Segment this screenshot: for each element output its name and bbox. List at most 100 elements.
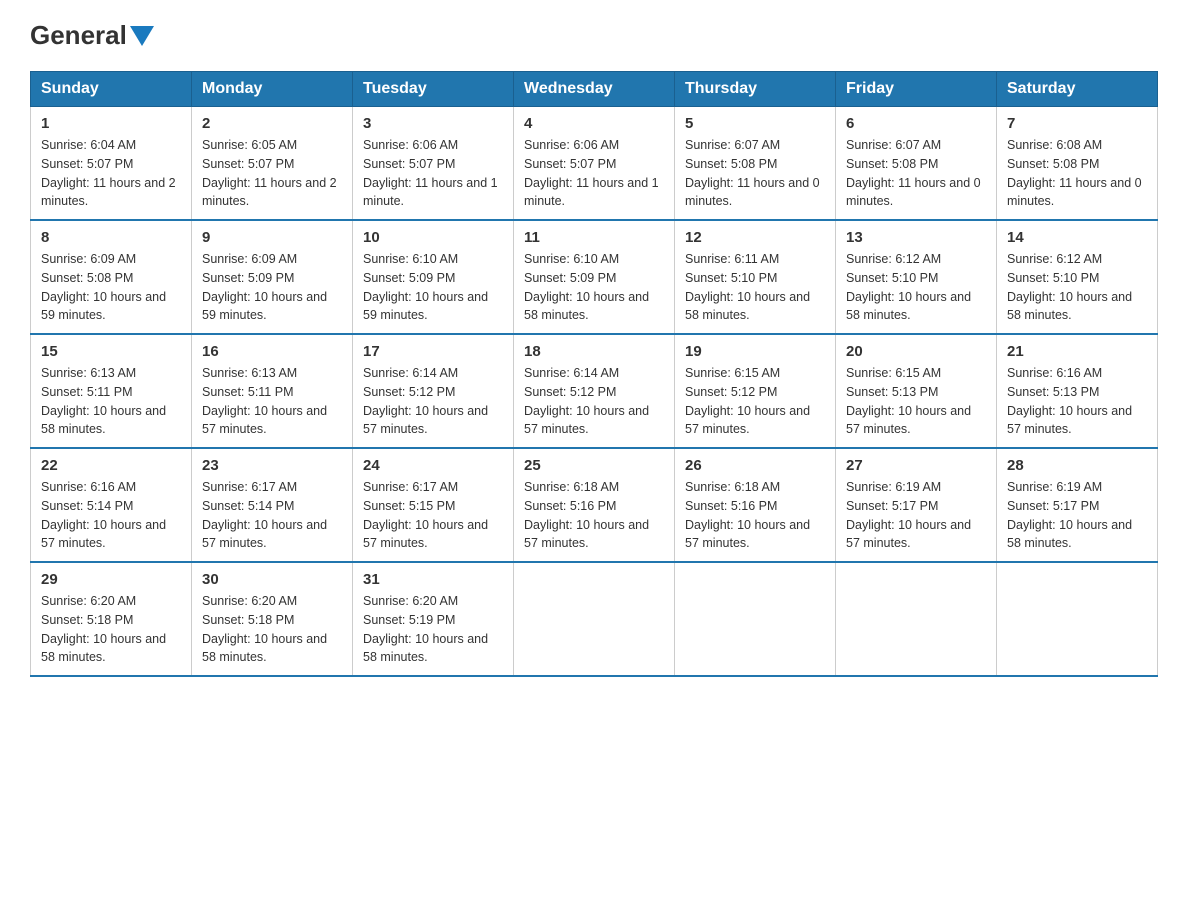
day-info: Sunrise: 6:07 AMSunset: 5:08 PMDaylight:…	[846, 136, 986, 211]
calendar-cell: 23Sunrise: 6:17 AMSunset: 5:14 PMDayligh…	[192, 448, 353, 562]
calendar-cell: 20 Sunrise: 6:15 AMSunset: 5:13 PMDayligh…	[836, 334, 997, 448]
day-info: Sunrise: 6:19 AMSunset: 5:17 PMDaylight:…	[1007, 478, 1147, 553]
day-number: 21	[1007, 343, 1147, 360]
day-info: Sunrise: 6:10 AMSunset: 5:09 PMDaylight:…	[524, 250, 664, 325]
calendar-cell: 13 Sunrise: 6:12 AMSunset: 5:10 PMDayligh…	[836, 220, 997, 334]
calendar-cell: 7Sunrise: 6:08 AMSunset: 5:08 PMDaylight…	[997, 107, 1158, 221]
calendar-cell	[514, 562, 675, 676]
day-number: 28	[1007, 457, 1147, 474]
day-number: 23	[202, 457, 342, 474]
calendar-cell: 15 Sunrise: 6:13 AMSunset: 5:11 PMDayligh…	[31, 334, 192, 448]
day-number: 3	[363, 115, 503, 132]
calendar-cell: 18 Sunrise: 6:14 AMSunset: 5:12 PMDayligh…	[514, 334, 675, 448]
day-info: Sunrise: 6:07 AMSunset: 5:08 PMDaylight:…	[685, 136, 825, 211]
day-number: 2	[202, 115, 342, 132]
day-number: 11	[524, 229, 664, 246]
day-number: 1	[41, 115, 181, 132]
day-number: 5	[685, 115, 825, 132]
day-number: 13	[846, 229, 986, 246]
calendar-cell: 24 Sunrise: 6:17 AMSunset: 5:15 PMDayligh…	[353, 448, 514, 562]
logo-general-text: General	[30, 20, 127, 51]
day-info: Sunrise: 6:05 AMSunset: 5:07 PMDaylight:…	[202, 136, 342, 211]
calendar-cell: 8 Sunrise: 6:09 AMSunset: 5:08 PMDaylight…	[31, 220, 192, 334]
day-number: 19	[685, 343, 825, 360]
calendar-cell: 30Sunrise: 6:20 AMSunset: 5:18 PMDayligh…	[192, 562, 353, 676]
day-info: Sunrise: 6:16 AMSunset: 5:14 PMDaylight:…	[41, 478, 181, 553]
calendar-cell: 10 Sunrise: 6:10 AMSunset: 5:09 PMDayligh…	[353, 220, 514, 334]
calendar-week-row: 8 Sunrise: 6:09 AMSunset: 5:08 PMDaylight…	[31, 220, 1158, 334]
day-number: 17	[363, 343, 503, 360]
calendar-cell: 21 Sunrise: 6:16 AMSunset: 5:13 PMDayligh…	[997, 334, 1158, 448]
day-info: Sunrise: 6:17 AMSunset: 5:15 PMDaylight:…	[363, 478, 503, 553]
calendar-cell: 29 Sunrise: 6:20 AMSunset: 5:18 PMDayligh…	[31, 562, 192, 676]
day-info: Sunrise: 6:13 AMSunset: 5:11 PMDaylight:…	[41, 364, 181, 439]
calendar-cell: 22 Sunrise: 6:16 AMSunset: 5:14 PMDayligh…	[31, 448, 192, 562]
calendar-cell: 1Sunrise: 6:04 AMSunset: 5:07 PMDaylight…	[31, 107, 192, 221]
calendar-week-row: 15 Sunrise: 6:13 AMSunset: 5:11 PMDayligh…	[31, 334, 1158, 448]
day-info: Sunrise: 6:06 AMSunset: 5:07 PMDaylight:…	[363, 136, 503, 211]
day-info: Sunrise: 6:20 AMSunset: 5:18 PMDaylight:…	[41, 592, 181, 667]
logo: General	[30, 20, 157, 51]
calendar-cell: 11 Sunrise: 6:10 AMSunset: 5:09 PMDayligh…	[514, 220, 675, 334]
day-info: Sunrise: 6:14 AMSunset: 5:12 PMDaylight:…	[524, 364, 664, 439]
calendar-week-row: 1Sunrise: 6:04 AMSunset: 5:07 PMDaylight…	[31, 107, 1158, 221]
day-number: 9	[202, 229, 342, 246]
day-info: Sunrise: 6:13 AMSunset: 5:11 PMDaylight:…	[202, 364, 342, 439]
calendar-table: SundayMondayTuesdayWednesdayThursdayFrid…	[30, 71, 1158, 677]
day-number: 29	[41, 571, 181, 588]
day-number: 20	[846, 343, 986, 360]
day-number: 31	[363, 571, 503, 588]
calendar-cell: 12Sunrise: 6:11 AMSunset: 5:10 PMDayligh…	[675, 220, 836, 334]
day-info: Sunrise: 6:12 AMSunset: 5:10 PMDaylight:…	[846, 250, 986, 325]
day-info: Sunrise: 6:10 AMSunset: 5:09 PMDaylight:…	[363, 250, 503, 325]
calendar-cell: 14 Sunrise: 6:12 AMSunset: 5:10 PMDayligh…	[997, 220, 1158, 334]
header-thursday: Thursday	[675, 72, 836, 107]
day-info: Sunrise: 6:15 AMSunset: 5:12 PMDaylight:…	[685, 364, 825, 439]
calendar-cell	[836, 562, 997, 676]
calendar-cell: 27 Sunrise: 6:19 AMSunset: 5:17 PMDayligh…	[836, 448, 997, 562]
day-number: 8	[41, 229, 181, 246]
day-number: 10	[363, 229, 503, 246]
day-number: 27	[846, 457, 986, 474]
calendar-week-row: 22 Sunrise: 6:16 AMSunset: 5:14 PMDayligh…	[31, 448, 1158, 562]
day-number: 26	[685, 457, 825, 474]
calendar-cell: 19 Sunrise: 6:15 AMSunset: 5:12 PMDayligh…	[675, 334, 836, 448]
day-info: Sunrise: 6:08 AMSunset: 5:08 PMDaylight:…	[1007, 136, 1147, 211]
day-info: Sunrise: 6:14 AMSunset: 5:12 PMDaylight:…	[363, 364, 503, 439]
header-monday: Monday	[192, 72, 353, 107]
day-number: 22	[41, 457, 181, 474]
header-friday: Friday	[836, 72, 997, 107]
day-info: Sunrise: 6:16 AMSunset: 5:13 PMDaylight:…	[1007, 364, 1147, 439]
calendar-cell: 17 Sunrise: 6:14 AMSunset: 5:12 PMDayligh…	[353, 334, 514, 448]
day-number: 15	[41, 343, 181, 360]
calendar-cell: 6Sunrise: 6:07 AMSunset: 5:08 PMDaylight…	[836, 107, 997, 221]
calendar-cell: 16 Sunrise: 6:13 AMSunset: 5:11 PMDayligh…	[192, 334, 353, 448]
day-info: Sunrise: 6:09 AMSunset: 5:08 PMDaylight:…	[41, 250, 181, 325]
calendar-header-row: SundayMondayTuesdayWednesdayThursdayFrid…	[31, 72, 1158, 107]
day-number: 24	[363, 457, 503, 474]
calendar-week-row: 29 Sunrise: 6:20 AMSunset: 5:18 PMDayligh…	[31, 562, 1158, 676]
header-wednesday: Wednesday	[514, 72, 675, 107]
page-header: General	[30, 20, 1158, 51]
calendar-cell	[997, 562, 1158, 676]
header-tuesday: Tuesday	[353, 72, 514, 107]
day-number: 4	[524, 115, 664, 132]
day-info: Sunrise: 6:20 AMSunset: 5:18 PMDaylight:…	[202, 592, 342, 667]
day-number: 25	[524, 457, 664, 474]
calendar-cell: 3 Sunrise: 6:06 AMSunset: 5:07 PMDaylight…	[353, 107, 514, 221]
header-saturday: Saturday	[997, 72, 1158, 107]
logo-triangle-icon	[130, 26, 154, 46]
day-number: 14	[1007, 229, 1147, 246]
day-number: 18	[524, 343, 664, 360]
day-info: Sunrise: 6:18 AMSunset: 5:16 PMDaylight:…	[685, 478, 825, 553]
calendar-cell: 2 Sunrise: 6:05 AMSunset: 5:07 PMDaylight…	[192, 107, 353, 221]
day-number: 16	[202, 343, 342, 360]
day-info: Sunrise: 6:20 AMSunset: 5:19 PMDaylight:…	[363, 592, 503, 667]
day-info: Sunrise: 6:15 AMSunset: 5:13 PMDaylight:…	[846, 364, 986, 439]
day-info: Sunrise: 6:18 AMSunset: 5:16 PMDaylight:…	[524, 478, 664, 553]
header-sunday: Sunday	[31, 72, 192, 107]
calendar-cell: 26 Sunrise: 6:18 AMSunset: 5:16 PMDayligh…	[675, 448, 836, 562]
day-info: Sunrise: 6:12 AMSunset: 5:10 PMDaylight:…	[1007, 250, 1147, 325]
day-info: Sunrise: 6:19 AMSunset: 5:17 PMDaylight:…	[846, 478, 986, 553]
calendar-cell: 9Sunrise: 6:09 AMSunset: 5:09 PMDaylight…	[192, 220, 353, 334]
